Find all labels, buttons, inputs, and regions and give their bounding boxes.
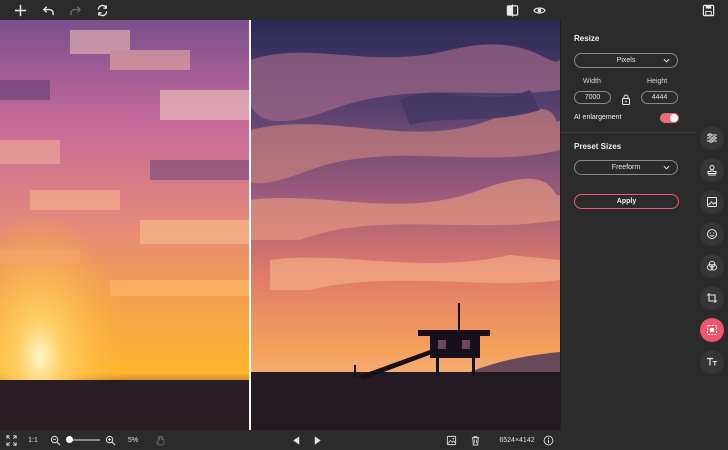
stamp-icon[interactable] — [700, 158, 724, 182]
apply-button[interactable]: Apply — [574, 194, 679, 209]
info-icon[interactable] — [542, 430, 554, 450]
height-field[interactable]: 4444 — [641, 91, 678, 104]
previous-image-icon[interactable] — [290, 430, 302, 450]
adjust-sliders-icon[interactable] — [700, 126, 724, 150]
delete-trash-icon[interactable] — [469, 430, 481, 450]
resize-title: Resize — [574, 34, 600, 43]
toggle-knob — [670, 114, 678, 122]
undo-icon[interactable] — [38, 0, 58, 20]
compare-divider-handle[interactable] — [249, 20, 251, 430]
bottom-bar: 1:1 5% 6524×4142 — [0, 430, 560, 450]
fit-screen-icon[interactable] — [4, 430, 18, 450]
zoom-slider-thumb[interactable] — [65, 436, 73, 443]
unit-select[interactable]: Pixels — [574, 53, 678, 68]
resize-icon[interactable] — [700, 318, 724, 342]
crop-icon[interactable] — [700, 286, 724, 310]
tool-rail — [696, 20, 728, 430]
image-frame-icon[interactable] — [700, 190, 724, 214]
image-gallery-icon[interactable] — [445, 430, 457, 450]
reset-icon[interactable] — [92, 0, 112, 20]
zoom-in-icon[interactable] — [104, 430, 116, 450]
text-icon[interactable] — [700, 350, 724, 374]
unit-select-value: Pixels — [616, 57, 636, 64]
lock-icon[interactable] — [621, 92, 631, 106]
zoom-out-icon[interactable] — [49, 430, 61, 450]
preset-select-value: Freeform — [611, 164, 641, 171]
image-canvas[interactable] — [0, 20, 560, 430]
section-divider — [561, 132, 696, 133]
width-field[interactable]: 7000 — [574, 91, 611, 104]
redo-icon[interactable] — [65, 0, 85, 20]
ai-enlargement-toggle[interactable] — [660, 113, 679, 123]
resize-panel: Resize Pixels Width Height 7000 4444 AI … — [560, 20, 696, 450]
save-icon[interactable] — [698, 0, 718, 20]
top-toolbar — [0, 0, 728, 20]
next-image-icon[interactable] — [311, 430, 323, 450]
width-label: Width — [583, 78, 601, 85]
before-preview — [0, 20, 250, 430]
add-icon[interactable] — [10, 0, 30, 20]
preset-select[interactable]: Freeform — [574, 160, 678, 175]
photo-editor-app: Resize Pixels Width Height 7000 4444 AI … — [0, 0, 728, 450]
preview-eye-icon[interactable] — [529, 0, 549, 20]
pan-hand-icon[interactable] — [154, 430, 166, 450]
actual-size-button[interactable]: 1:1 — [26, 430, 40, 450]
zoom-percent: 5% — [127, 436, 139, 444]
chevron-down-icon — [663, 58, 670, 63]
ai-enlargement-label: AI enlargement — [574, 114, 622, 121]
chevron-down-icon — [663, 165, 670, 170]
color-filters-icon[interactable] — [700, 254, 724, 278]
compare-icon[interactable] — [502, 0, 522, 20]
height-label: Height — [647, 78, 668, 85]
image-dimensions: 6524×4142 — [499, 436, 535, 444]
bottom-bar-panel-area — [560, 430, 728, 450]
preset-sizes-title: Preset Sizes — [574, 142, 622, 151]
after-preview — [250, 20, 560, 430]
emoji-icon[interactable] — [700, 222, 724, 246]
